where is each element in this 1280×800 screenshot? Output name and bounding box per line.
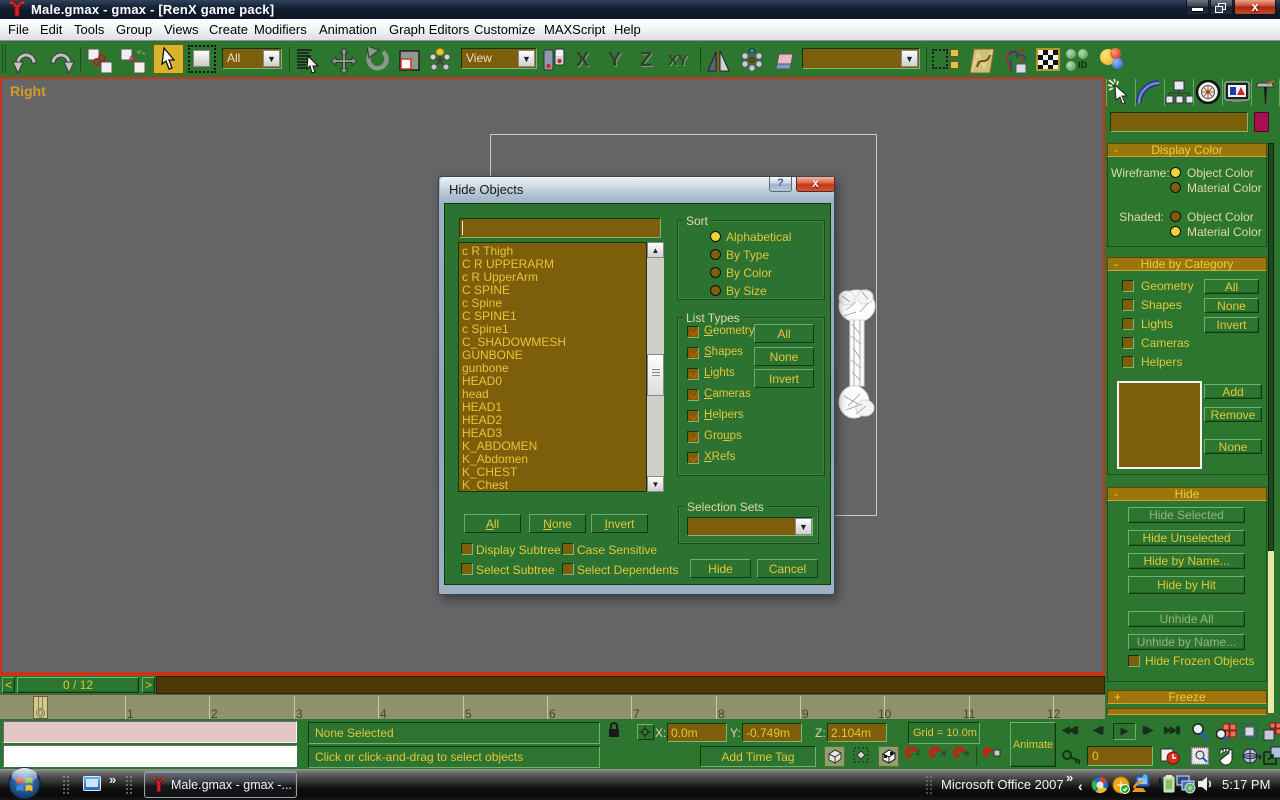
svg-text:2: 2 (916, 750, 920, 757)
svg-text:%: % (963, 751, 969, 758)
